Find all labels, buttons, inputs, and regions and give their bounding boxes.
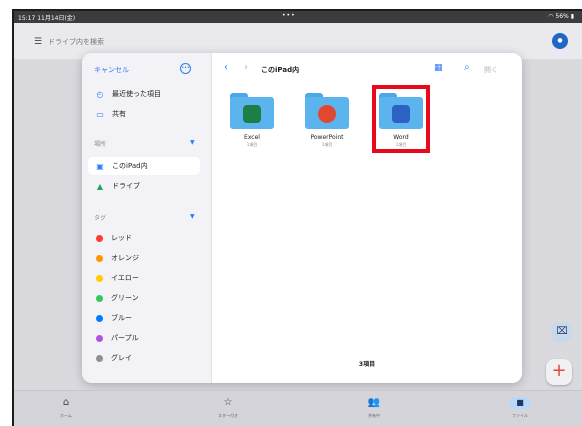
tag-label: パープル bbox=[111, 334, 139, 342]
tag-dot-icon bbox=[96, 354, 103, 362]
tag-label: ブルー bbox=[111, 314, 132, 322]
clock-icon: ◴ bbox=[96, 89, 104, 99]
status-time: 15:17 11月14日(金) bbox=[18, 15, 76, 22]
back-chevron-icon[interactable]: ‹ bbox=[224, 62, 228, 73]
search-icon[interactable]: ⌕ bbox=[464, 62, 470, 73]
folder-item-count: 1項目 bbox=[246, 142, 258, 147]
sidebar-item-label: 共有 bbox=[112, 110, 126, 118]
folder-icon bbox=[230, 93, 274, 129]
menu-icon[interactable]: ☰ bbox=[34, 37, 42, 47]
tags-header: タグ bbox=[94, 215, 107, 222]
drive-search-field[interactable]: ドライブ内を検索 bbox=[48, 37, 104, 47]
more-options-icon[interactable]: ••• bbox=[180, 63, 191, 74]
sidebar-item-shared[interactable]: ▭ 共有 bbox=[94, 107, 126, 121]
chevron-down-icon[interactable]: ▼ bbox=[190, 213, 195, 220]
tag-purple[interactable]: パープル bbox=[94, 331, 139, 345]
nav-home[interactable]: ⌂ ホーム bbox=[36, 397, 96, 419]
nav-label: スター付き bbox=[218, 413, 238, 418]
open-button[interactable]: 開く bbox=[484, 65, 498, 75]
tag-label: レッド bbox=[111, 234, 132, 242]
tag-label: グリーン bbox=[111, 294, 139, 302]
tag-dot-icon bbox=[96, 274, 103, 282]
powerpoint-badge-icon bbox=[318, 105, 336, 123]
home-icon: ⌂ bbox=[62, 397, 70, 408]
tag-yellow[interactable]: イエロー bbox=[94, 271, 139, 285]
tag-orange[interactable]: オレンジ bbox=[94, 251, 139, 265]
sidebar-item-label: 最近使った項目 bbox=[112, 90, 161, 98]
account-avatar[interactable]: ● bbox=[552, 33, 568, 49]
tag-dot-icon bbox=[96, 294, 103, 302]
battery-status: ◠ 56% ▮ bbox=[548, 13, 574, 20]
location-title: このiPad内 bbox=[261, 66, 300, 74]
tag-dot-icon bbox=[96, 314, 103, 322]
sidebar-item-label: ドライブ bbox=[112, 182, 140, 190]
nav-shared[interactable]: 👥 共有中 bbox=[344, 397, 404, 419]
folder-icon bbox=[305, 93, 349, 129]
tag-dot-icon bbox=[96, 254, 103, 262]
bottom-navigation: ⌂ ホーム ☆ スター付き 👥 共有中 ■ ファイル bbox=[14, 390, 582, 426]
shared-folder-icon: ▭ bbox=[96, 109, 104, 119]
folder-powerpoint[interactable]: PowerPoint 1項目 bbox=[297, 93, 357, 148]
picker-sidebar: キャンセル ••• ◴ 最近使った項目 ▭ 共有 場所 ▼ ▣ このiPad内 … bbox=[82, 53, 212, 383]
locations-header: 場所 bbox=[94, 141, 107, 148]
tag-red[interactable]: レッド bbox=[94, 231, 132, 245]
forward-chevron-icon[interactable]: › bbox=[244, 62, 248, 73]
folder-excel[interactable]: Excel 1項目 bbox=[222, 93, 282, 148]
add-new-button[interactable]: + bbox=[546, 359, 572, 385]
nav-starred[interactable]: ☆ スター付き bbox=[198, 397, 258, 419]
nav-files-glyph: ■ bbox=[509, 397, 531, 409]
tag-blue[interactable]: ブルー bbox=[94, 311, 132, 325]
red-highlight-annotation bbox=[372, 85, 430, 153]
tag-green[interactable]: グリーン bbox=[94, 291, 139, 305]
grid-view-icon[interactable]: ▦ bbox=[434, 63, 443, 73]
tag-label: オレンジ bbox=[111, 254, 139, 262]
google-drive-icon: ▲ bbox=[96, 181, 104, 191]
battery-percent: 56% bbox=[555, 13, 569, 20]
battery-icon: ▮ bbox=[570, 13, 574, 20]
folder-name: PowerPoint bbox=[310, 134, 344, 141]
ipad-icon: ▣ bbox=[96, 161, 104, 171]
sidebar-item-label: このiPad内 bbox=[112, 162, 148, 170]
folder-item-count: 1項目 bbox=[321, 142, 333, 147]
scan-document-icon[interactable]: ⌧ bbox=[552, 322, 572, 342]
tag-label: グレイ bbox=[111, 354, 132, 362]
cancel-button[interactable]: キャンセル bbox=[94, 65, 129, 75]
folder-icon: ■ bbox=[490, 397, 550, 411]
tag-gray[interactable]: グレイ bbox=[94, 351, 132, 365]
multitasking-dots[interactable]: ••• bbox=[282, 12, 296, 19]
shared-people-icon: 👥 bbox=[367, 397, 381, 408]
excel-badge-icon bbox=[243, 105, 261, 123]
tag-label: イエロー bbox=[111, 274, 139, 282]
tag-dot-icon bbox=[96, 334, 103, 342]
star-icon: ☆ bbox=[223, 397, 233, 408]
nav-label: 共有中 bbox=[368, 413, 380, 418]
chevron-down-icon[interactable]: ▼ bbox=[190, 139, 195, 146]
wifi-icon: ◠ bbox=[548, 13, 554, 20]
item-count: 3項目 bbox=[358, 361, 376, 368]
nav-files[interactable]: ■ ファイル bbox=[490, 397, 550, 419]
nav-label: ホーム bbox=[60, 413, 72, 418]
status-bar: 15:17 11月14日(金) ••• ◠ 56% ▮ bbox=[14, 11, 582, 23]
sidebar-item-drive[interactable]: ▲ ドライブ bbox=[94, 179, 140, 193]
tag-dot-icon bbox=[96, 234, 103, 242]
sidebar-item-on-my-ipad[interactable]: ▣ このiPad内 bbox=[94, 159, 148, 173]
nav-label: ファイル bbox=[512, 413, 528, 418]
ipad-screen: 15:17 11月14日(金) ••• ◠ 56% ▮ ☰ ドライブ内を検索 ●… bbox=[12, 9, 582, 426]
folder-name: Excel bbox=[244, 134, 260, 141]
picker-content: ‹ › このiPad内 ▦ ⌕ 開く Excel 1項目 PowerPoint … bbox=[212, 53, 522, 383]
file-picker-sheet: キャンセル ••• ◴ 最近使った項目 ▭ 共有 場所 ▼ ▣ このiPad内 … bbox=[82, 53, 522, 383]
sidebar-item-recent[interactable]: ◴ 最近使った項目 bbox=[94, 87, 162, 101]
